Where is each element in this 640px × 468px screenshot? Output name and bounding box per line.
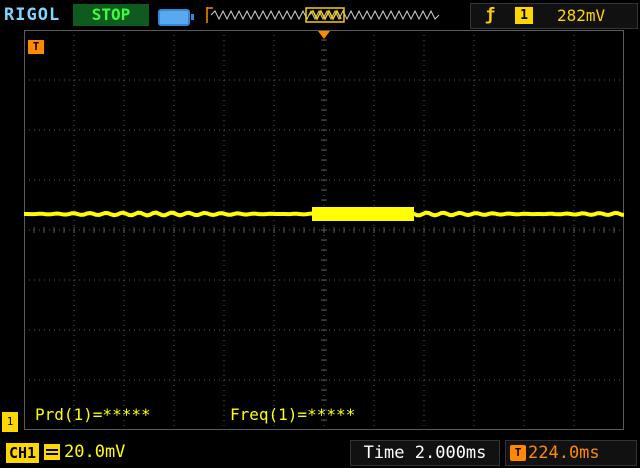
trigger-level: 282mV: [557, 6, 606, 25]
bottom-status-bar: CH1 20.0mV Time 2.000ms T 224.0ms: [0, 438, 640, 468]
frequency-measurement: Freq(1)=*****: [230, 405, 356, 424]
rising-edge-icon: ƒ: [485, 5, 496, 25]
ch1-ground-marker[interactable]: 1: [2, 412, 18, 432]
trigger-offset-icon: T: [510, 445, 526, 461]
trigger-offset-panel[interactable]: T 224.0ms: [505, 440, 637, 466]
trigger-source-badge: 1: [515, 7, 533, 24]
brand-logo: RIGOL: [4, 5, 61, 25]
run-stop-status[interactable]: STOP: [73, 4, 149, 26]
waveform-grid[interactable]: [24, 30, 624, 430]
trigger-offset-value: 224.0ms: [528, 443, 600, 463]
timebase-readout[interactable]: Time 2.000ms: [350, 440, 500, 466]
memory-timeline[interactable]: [205, 5, 445, 25]
trigger-panel[interactable]: ƒ 1 282mV: [470, 3, 638, 29]
dc-coupling-icon: [44, 444, 60, 460]
top-status-bar: RIGOL STOP ƒ 1 282mV: [0, 0, 640, 30]
ch1-badge[interactable]: CH1: [6, 443, 40, 463]
trigger-position-icon[interactable]: [318, 31, 330, 39]
period-measurement: Prd(1)=*****: [35, 405, 151, 424]
ch1-vertical-scale[interactable]: 20.0mV: [64, 442, 125, 462]
trigger-marker-icon: T: [28, 40, 44, 54]
battery-icon: [158, 9, 194, 26]
ch1-trace-burst: [312, 207, 414, 221]
